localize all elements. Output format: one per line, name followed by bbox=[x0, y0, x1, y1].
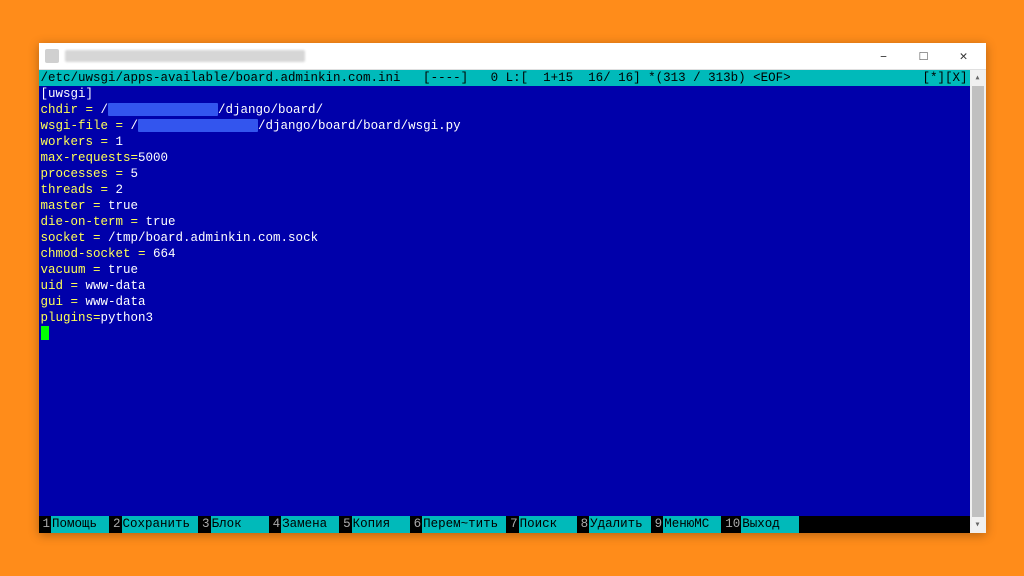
cursor bbox=[41, 326, 49, 340]
window-controls: – □ ✕ bbox=[864, 43, 984, 70]
editor-content[interactable]: [uwsgi]chdir = //django/board/wsgi-file … bbox=[39, 86, 970, 516]
fkey-number: 10 bbox=[721, 516, 741, 533]
config-line: workers = 1 bbox=[41, 134, 968, 150]
fkey-2[interactable]: 2Сохранить bbox=[109, 516, 198, 533]
fkey-label: Перем~тить bbox=[422, 516, 506, 533]
config-line: chmod-socket = 664 bbox=[41, 246, 968, 262]
config-line: die-on-term = true bbox=[41, 214, 968, 230]
fkey-label: Блок bbox=[211, 516, 269, 533]
fkey-4[interactable]: 4Замена bbox=[269, 516, 340, 533]
fkey-9[interactable]: 9МенюMC bbox=[651, 516, 722, 533]
cursor-line bbox=[41, 326, 968, 342]
titlebar[interactable]: – □ ✕ bbox=[39, 43, 986, 70]
fkey-number: 9 bbox=[651, 516, 664, 533]
app-window: – □ ✕ /etc/uwsgi/apps-available/board.ad… bbox=[39, 43, 986, 533]
minimize-button[interactable]: – bbox=[864, 43, 904, 70]
config-line: uid = www-data bbox=[41, 278, 968, 294]
fkey-6[interactable]: 6Перем~тить bbox=[410, 516, 507, 533]
terminal-area: /etc/uwsgi/apps-available/board.adminkin… bbox=[39, 70, 986, 533]
fkey-number: 1 bbox=[39, 516, 52, 533]
maximize-button[interactable]: □ bbox=[904, 43, 944, 70]
fkey-number: 3 bbox=[198, 516, 211, 533]
title-text bbox=[65, 50, 305, 62]
fkey-label: Копия bbox=[352, 516, 410, 533]
fkey-label: Помощь bbox=[51, 516, 109, 533]
fkey-label: Замена bbox=[281, 516, 339, 533]
config-line: socket = /tmp/board.adminkin.com.sock bbox=[41, 230, 968, 246]
app-icon bbox=[45, 49, 59, 63]
fkey-number: 5 bbox=[339, 516, 352, 533]
fkey-number: 6 bbox=[410, 516, 423, 533]
fkey-10[interactable]: 10Выход bbox=[721, 516, 799, 533]
ini-section: [uwsgi] bbox=[41, 86, 968, 102]
config-line: max-requests=5000 bbox=[41, 150, 968, 166]
fkey-number: 2 bbox=[109, 516, 122, 533]
scrollbar-thumb[interactable] bbox=[972, 86, 984, 517]
fkey-label: Сохранить bbox=[122, 516, 199, 533]
config-line: processes = 5 bbox=[41, 166, 968, 182]
titlebar-left bbox=[45, 49, 305, 63]
function-key-bar: 1Помощь2Сохранить3Блок4Замена5Копия6Пере… bbox=[39, 516, 970, 533]
config-line: threads = 2 bbox=[41, 182, 968, 198]
config-line: master = true bbox=[41, 198, 968, 214]
config-line: gui = www-data bbox=[41, 294, 968, 310]
vertical-scrollbar[interactable]: ▴ ▾ bbox=[970, 70, 986, 533]
scroll-up-icon[interactable]: ▴ bbox=[970, 70, 986, 86]
fkey-label: Выход bbox=[741, 516, 799, 533]
scroll-down-icon[interactable]: ▾ bbox=[970, 517, 986, 533]
config-line: chdir = //django/board/ bbox=[41, 102, 968, 118]
fkey-5[interactable]: 5Копия bbox=[339, 516, 410, 533]
close-button[interactable]: ✕ bbox=[944, 43, 984, 70]
fkey-number: 7 bbox=[506, 516, 519, 533]
fkey-number: 4 bbox=[269, 516, 282, 533]
config-line: wsgi-file = //django/board/board/wsgi.py bbox=[41, 118, 968, 134]
config-line: vacuum = true bbox=[41, 262, 968, 278]
fkey-7[interactable]: 7Поиск bbox=[506, 516, 577, 533]
fkey-number: 8 bbox=[577, 516, 590, 533]
info-bar-path: /etc/uwsgi/apps-available/board.adminkin… bbox=[41, 70, 923, 86]
fkey-1[interactable]: 1Помощь bbox=[39, 516, 110, 533]
fkey-3[interactable]: 3Блок bbox=[198, 516, 269, 533]
editor-info-bar: /etc/uwsgi/apps-available/board.adminkin… bbox=[39, 70, 970, 86]
fkey-label: Удалить bbox=[589, 516, 651, 533]
fkey-label: МенюMC bbox=[663, 516, 721, 533]
fkey-label: Поиск bbox=[519, 516, 577, 533]
terminal[interactable]: /etc/uwsgi/apps-available/board.adminkin… bbox=[39, 70, 970, 533]
config-line: plugins=python3 bbox=[41, 310, 968, 326]
info-bar-flags: [*][X] bbox=[922, 70, 967, 86]
fkey-8[interactable]: 8Удалить bbox=[577, 516, 651, 533]
